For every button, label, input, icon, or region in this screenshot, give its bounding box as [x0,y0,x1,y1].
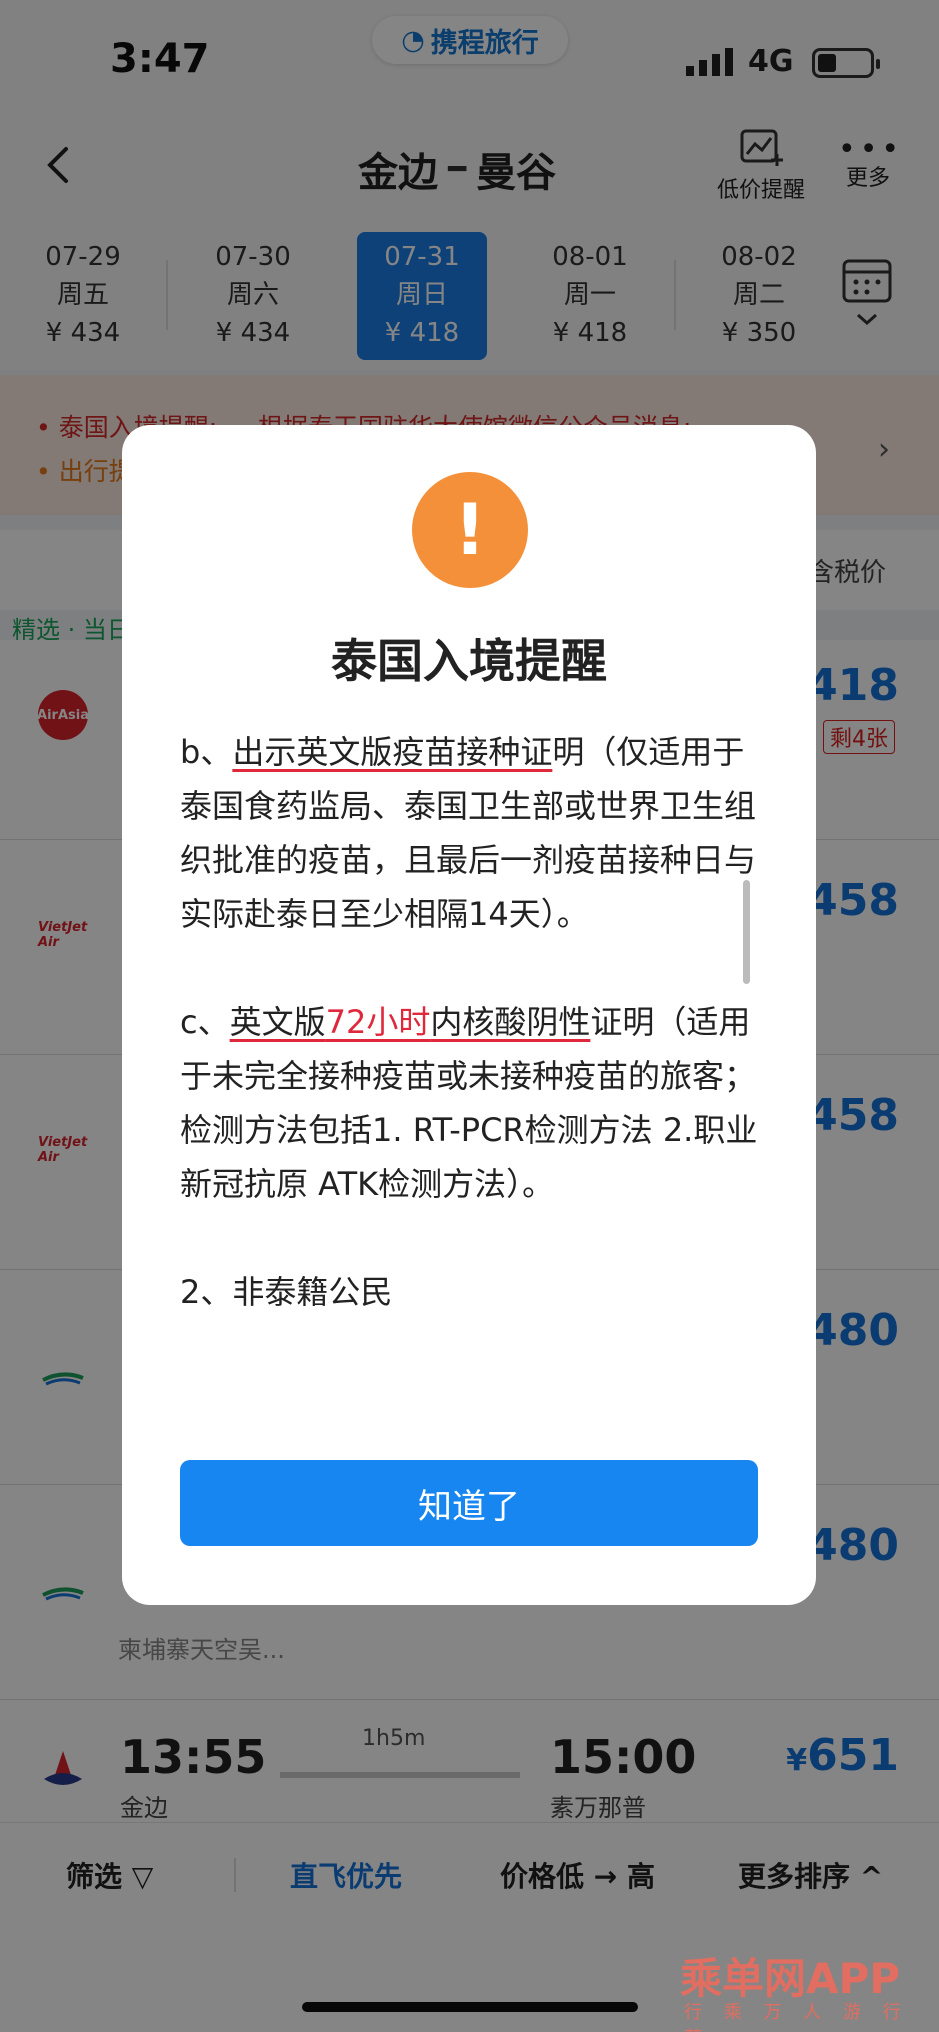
exclamation-icon: ! [412,472,528,588]
acknowledge-button[interactable]: 知道了 [180,1460,758,1546]
watermark-logo: 乘单网APP [680,1954,901,2003]
clause-c: c、英文版72小时内核酸阴性证明（适用于未完全接种疫苗或未接种疫苗的旅客；检测方… [180,1003,758,1203]
dialog-scrollbar[interactable] [743,880,750,984]
section-2-heading: 2、非泰籍公民 [180,1273,393,1311]
watermark-tagline: 行 乘 万 人 游 行 营 [684,2002,909,2032]
dialog-title: 泰国入境提醒 [331,634,607,688]
dialog-body[interactable]: b、出示英文版疫苗接种证明（仅适用于泰国食药监局、泰国卫生部或世界卫生组织批准的… [180,725,760,1373]
clause-b: b、出示英文版疫苗接种证明（仅适用于泰国食药监局、泰国卫生部或世界卫生组织批准的… [180,733,757,933]
